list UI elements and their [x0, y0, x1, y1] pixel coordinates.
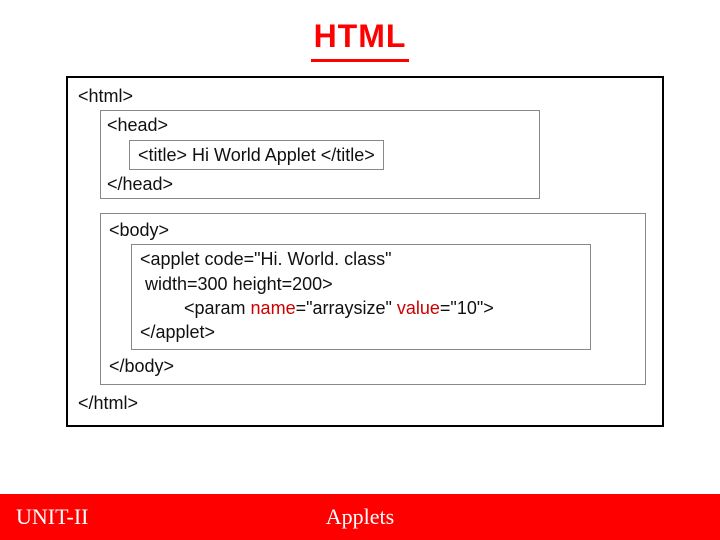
param-value-attr: value [397, 298, 440, 318]
param-prefix: <param [184, 298, 251, 318]
head-box: <head> <title> Hi World Applet </title> … [100, 110, 540, 199]
code-body-close: </body> [109, 354, 637, 378]
code-title-line: <title> Hi World Applet </title> [138, 143, 375, 167]
applet-box: <applet code="Hi. World. class" width=30… [131, 244, 591, 349]
code-applet-close: </applet> [140, 320, 582, 344]
title-box: <title> Hi World Applet </title> [129, 140, 384, 170]
code-applet-open: <applet code="Hi. World. class" [140, 247, 582, 271]
code-outer-box: <html> <head> <title> Hi World Applet </… [66, 76, 664, 427]
title-underline [311, 59, 409, 62]
code-applet-dims: width=300 height=200> [140, 272, 582, 296]
code-html-open: <html> [78, 84, 652, 108]
param-value-val: ="10"> [440, 298, 494, 318]
footer-center: Applets [0, 504, 720, 530]
param-name-val: ="arraysize" [296, 298, 397, 318]
slide-title: HTML [0, 0, 720, 59]
code-head-close: </head> [107, 172, 533, 196]
code-body-open: <body> [109, 218, 637, 242]
code-head-open: <head> [107, 113, 533, 137]
code-param-line: <param name="arraysize" value="10"> [140, 296, 582, 320]
param-name-attr: name [251, 298, 296, 318]
footer-bar: UNIT-II Applets [0, 494, 720, 540]
body-box: <body> <applet code="Hi. World. class" w… [100, 213, 646, 385]
code-html-close: </html> [78, 391, 652, 415]
